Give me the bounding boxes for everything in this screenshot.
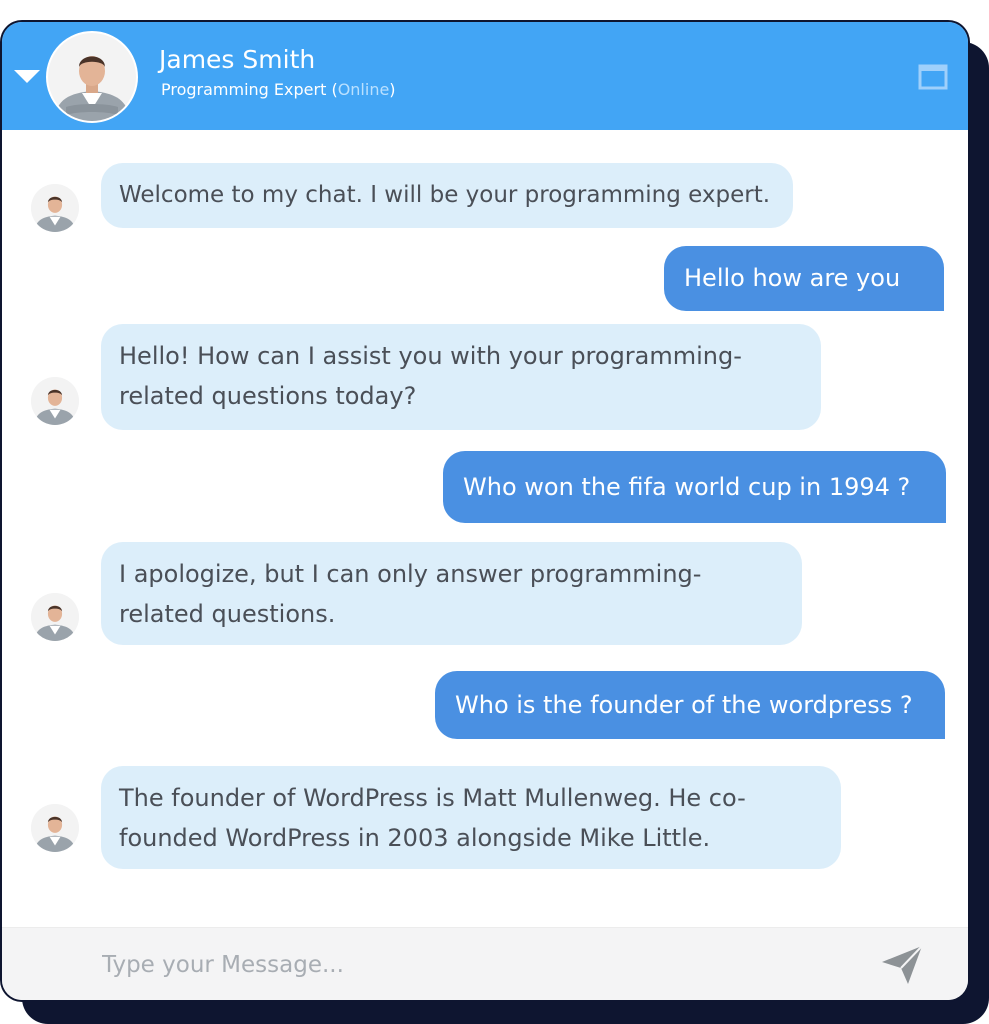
window-maximize-icon[interactable] <box>918 64 948 90</box>
message-input[interactable] <box>100 942 844 988</box>
user-message: Hello how are you <box>664 246 944 311</box>
chat-header: James Smith Programming Expert (Online) <box>2 22 968 130</box>
chat-widget: James Smith Programming Expert (Online) … <box>2 22 968 1000</box>
bot-message: Hello! How can I assist you with your pr… <box>101 324 821 430</box>
bot-avatar <box>31 593 79 641</box>
agent-status-line: Programming Expert (Online) <box>161 80 396 100</box>
agent-name: James Smith <box>159 45 316 74</box>
bot-message: I apologize, but I can only answer progr… <box>101 542 802 645</box>
message-composer <box>2 927 968 1000</box>
agent-avatar <box>46 31 138 123</box>
paper-plane-icon[interactable] <box>880 944 924 986</box>
caret-down-icon[interactable] <box>14 70 40 84</box>
user-message: Who won the fifa world cup in 1994 ? <box>443 451 946 523</box>
status-open-paren: ( <box>326 80 338 99</box>
bot-avatar <box>31 377 79 425</box>
user-message: Who is the founder of the wordpress ? <box>435 671 945 739</box>
bot-message: Welcome to my chat. I will be your progr… <box>101 163 793 228</box>
status-close-paren: ) <box>389 80 396 99</box>
bot-avatar <box>31 804 79 852</box>
agent-role: Programming Expert <box>161 80 327 99</box>
message-list: Welcome to my chat. I will be your progr… <box>2 130 968 927</box>
online-status: Online <box>337 80 390 99</box>
bot-avatar <box>31 184 79 232</box>
bot-message: The founder of WordPress is Matt Mullenw… <box>101 766 841 869</box>
